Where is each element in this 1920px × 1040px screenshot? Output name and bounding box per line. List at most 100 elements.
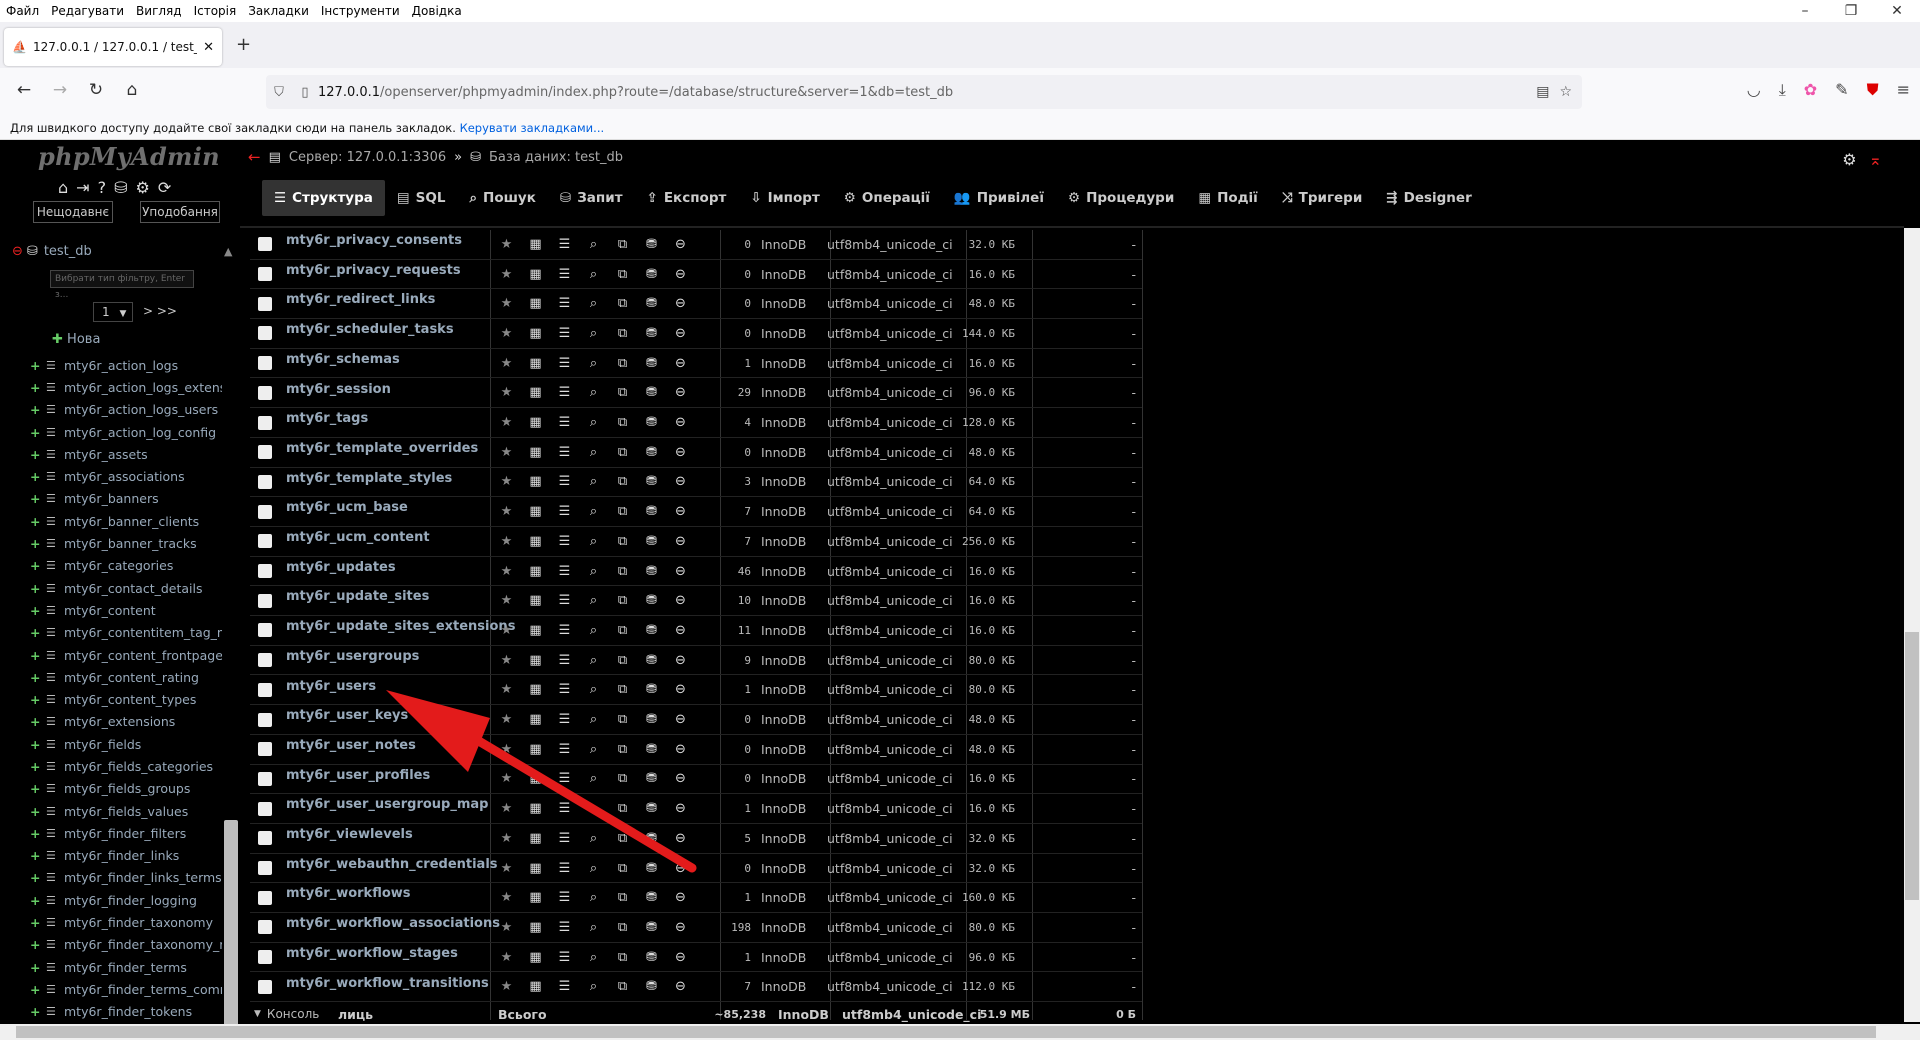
browse-icon[interactable]: ▦: [521, 950, 550, 965]
row-checkbox[interactable]: [258, 890, 272, 905]
menu-tools[interactable]: Інструменти: [315, 4, 406, 18]
search-icon[interactable]: ⌕: [579, 237, 608, 252]
structure-icon[interactable]: ☰: [550, 950, 579, 965]
expand-plus-icon[interactable]: +: [30, 982, 46, 997]
empty-icon[interactable]: ⛃: [637, 950, 666, 965]
nav-scrollbar-thumb[interactable]: [224, 820, 238, 1040]
collapse-minus-icon[interactable]: ⊖: [12, 244, 23, 259]
empty-icon[interactable]: ⛃: [637, 504, 666, 519]
tree-table-item[interactable]: + ☰ mty6r_finder_filters: [30, 822, 222, 844]
browse-icon[interactable]: ▦: [521, 534, 550, 549]
search-icon[interactable]: ⌕: [579, 296, 608, 311]
insert-icon[interactable]: ⧉: [608, 861, 637, 876]
drop-icon[interactable]: ⊖: [666, 653, 695, 668]
tree-table-name[interactable]: mty6r_action_logs_users: [64, 402, 218, 417]
favorite-star-icon[interactable]: ★: [492, 504, 521, 519]
row-checkbox[interactable]: [258, 771, 272, 786]
drop-icon[interactable]: ⊖: [666, 593, 695, 608]
browse-icon[interactable]: ▦: [521, 920, 550, 935]
structure-icon[interactable]: ☰: [550, 979, 579, 994]
empty-icon[interactable]: ⛃: [637, 385, 666, 400]
search-icon[interactable]: ⌕: [579, 682, 608, 697]
expand-plus-icon[interactable]: +: [30, 670, 46, 685]
favorite-star-icon[interactable]: ★: [492, 920, 521, 935]
insert-icon[interactable]: ⧉: [608, 742, 637, 757]
expand-plus-icon[interactable]: +: [30, 536, 46, 551]
structure-icon[interactable]: ☰: [550, 890, 579, 905]
shield-icon[interactable]: ⛉: [266, 85, 292, 100]
reload-nav-icon[interactable]: ⟳: [158, 178, 171, 197]
expand-plus-icon[interactable]: +: [30, 1004, 46, 1019]
row-checkbox[interactable]: [258, 356, 272, 371]
empty-icon[interactable]: ⛃: [637, 742, 666, 757]
tree-table-name[interactable]: mty6r_banner_clients: [64, 514, 199, 529]
empty-icon[interactable]: ⛃: [637, 593, 666, 608]
table-name-link[interactable]: mty6r_privacy_requests: [286, 260, 492, 278]
favorite-star-icon[interactable]: ★: [492, 326, 521, 341]
tree-table-name[interactable]: mty6r_finder_taxonomy_m: [64, 937, 222, 952]
expand-plus-icon[interactable]: +: [30, 491, 46, 506]
tree-table-item[interactable]: + ☰ mty6r_banner_tracks: [30, 532, 222, 554]
extension-color-icon[interactable]: ✿: [1804, 80, 1817, 100]
search-icon[interactable]: ⌕: [579, 385, 608, 400]
table-name-link[interactable]: mty6r_viewlevels: [286, 824, 492, 842]
menu-file[interactable]: Файл: [0, 4, 45, 18]
structure-icon[interactable]: ☰: [550, 831, 579, 846]
row-checkbox[interactable]: [258, 712, 272, 727]
browse-icon[interactable]: ▦: [521, 445, 550, 460]
reload-icon[interactable]: ↻: [84, 80, 108, 100]
insert-icon[interactable]: ⧉: [608, 771, 637, 786]
table-name-link[interactable]: mty6r_workflows: [286, 883, 492, 901]
row-checkbox[interactable]: [258, 326, 272, 341]
logout-icon[interactable]: ⇥: [76, 178, 89, 197]
table-name-link[interactable]: mty6r_schemas: [286, 349, 492, 367]
expand-plus-icon[interactable]: +: [30, 915, 46, 930]
favorite-star-icon[interactable]: ★: [492, 623, 521, 638]
browse-icon[interactable]: ▦: [521, 623, 550, 638]
drop-icon[interactable]: ⊖: [666, 920, 695, 935]
expand-plus-icon[interactable]: +: [30, 402, 46, 417]
expand-plus-icon[interactable]: +: [30, 804, 46, 819]
expand-plus-icon[interactable]: +: [30, 759, 46, 774]
tree-table-name[interactable]: mty6r_finder_logging: [64, 893, 197, 908]
row-checkbox[interactable]: [258, 979, 272, 994]
close-window-icon[interactable]: ✕: [1874, 3, 1920, 19]
collapse-top-icon[interactable]: ⌅: [1869, 150, 1882, 169]
insert-icon[interactable]: ⧉: [608, 831, 637, 846]
expand-plus-icon[interactable]: +: [30, 737, 46, 752]
home-icon[interactable]: ⌂: [120, 80, 144, 100]
structure-icon[interactable]: ☰: [550, 771, 579, 786]
table-name-link[interactable]: mty6r_template_styles: [286, 468, 492, 486]
row-checkbox[interactable]: [258, 415, 272, 430]
structure-icon[interactable]: ☰: [550, 742, 579, 757]
empty-icon[interactable]: ⛃: [637, 801, 666, 816]
drop-icon[interactable]: ⊖: [666, 385, 695, 400]
row-checkbox[interactable]: [258, 385, 272, 400]
table-name-link[interactable]: mty6r_privacy_consents: [286, 230, 492, 248]
empty-icon[interactable]: ⛃: [637, 979, 666, 994]
tree-table-name[interactable]: mty6r_finder_tokens: [64, 1004, 192, 1019]
insert-icon[interactable]: ⧉: [608, 534, 637, 549]
empty-icon[interactable]: ⛃: [637, 890, 666, 905]
expand-plus-icon[interactable]: +: [30, 960, 46, 975]
search-icon[interactable]: ⌕: [579, 712, 608, 727]
structure-icon[interactable]: ☰: [550, 326, 579, 341]
tree-table-name[interactable]: mty6r_finder_terms: [64, 960, 187, 975]
drop-icon[interactable]: ⊖: [666, 742, 695, 757]
favorite-star-icon[interactable]: ★: [492, 801, 521, 816]
favorite-star-icon[interactable]: ★: [492, 682, 521, 697]
tab-search[interactable]: ⌕ Пошук: [457, 180, 547, 216]
minimize-icon[interactable]: –: [1782, 3, 1828, 19]
drop-icon[interactable]: ⊖: [666, 296, 695, 311]
browse-icon[interactable]: ▦: [521, 474, 550, 489]
breadcrumb-db[interactable]: База даних: test_db: [489, 150, 623, 165]
horizontal-scrollbar-thumb[interactable]: [16, 1026, 1876, 1038]
insert-icon[interactable]: ⧉: [608, 237, 637, 252]
tab-privileges[interactable]: 👥 Привілеї: [942, 180, 1056, 216]
tree-table-name[interactable]: mty6r_content_rating: [64, 670, 199, 685]
row-checkbox[interactable]: [258, 504, 272, 519]
tree-table-item[interactable]: + ☰ mty6r_action_log_config: [30, 421, 222, 443]
row-checkbox[interactable]: [258, 950, 272, 965]
tab-query[interactable]: ⛁ Запит: [548, 180, 635, 216]
tree-table-item[interactable]: + ☰ mty6r_extensions: [30, 711, 222, 733]
